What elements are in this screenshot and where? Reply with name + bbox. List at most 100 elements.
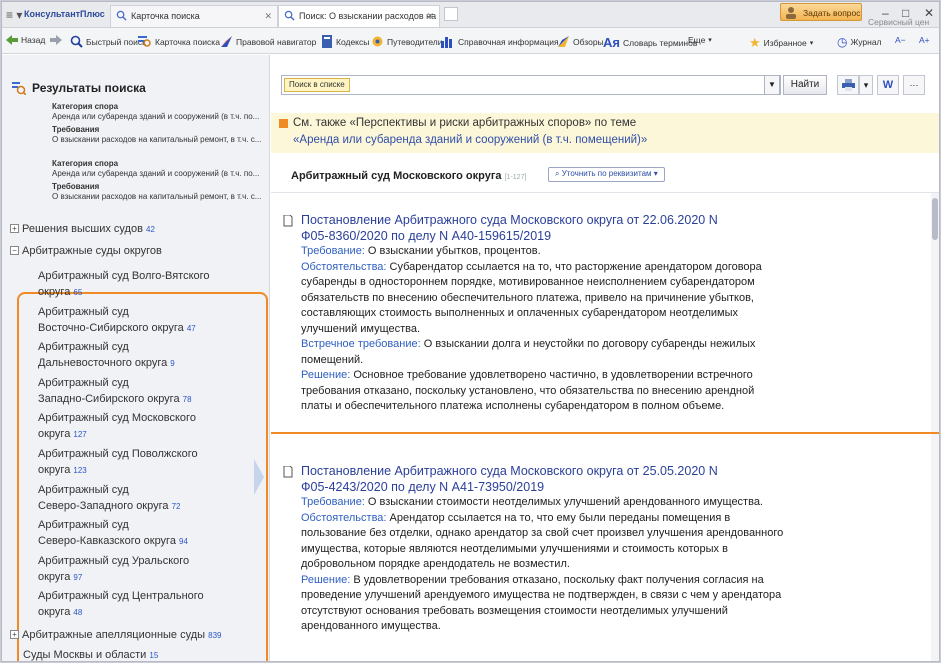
expand-icon[interactable]: +: [10, 224, 19, 233]
summary-line: Требование: О взыскании убытков, процент…: [301, 244, 911, 260]
find-button[interactable]: Найти: [783, 75, 827, 95]
search-card-label: Карточка поиска: [155, 36, 220, 47]
summary-label: Решение:: [301, 573, 351, 586]
document-item[interactable]: Постановление Арбитражного суда Московск…: [283, 212, 911, 415]
court-item-north-caucasus[interactable]: Арбитражный суд Северо-Кавказского округа…: [38, 517, 253, 550]
criteria-value: Аренда или субаренда зданий и сооружений…: [52, 112, 260, 121]
more-menu-button[interactable]: Еще ▾: [688, 35, 712, 45]
summary-line: составляющих стоимость выполненных и опл…: [301, 306, 911, 322]
document-title[interactable]: Постановление Арбитражного суда Московск…: [301, 212, 911, 228]
court-name: Арбитражный суд: [38, 519, 129, 531]
summary-label: Требование:: [301, 496, 365, 508]
court-item-central[interactable]: Арбитражный суд Центрального округа 48: [38, 588, 253, 621]
ask-question-button[interactable]: Задать вопрос: [780, 3, 862, 21]
forward-button[interactable]: [50, 35, 65, 45]
court-name: Арбитражный суд Центрального: [38, 590, 204, 602]
guides-button[interactable]: Путеводители: [371, 35, 443, 48]
summary-line: Решение: В удовлетворении требования отк…: [301, 573, 911, 589]
document-title[interactable]: Ф05-4243/2020 по делу N А41-73950/2019: [301, 479, 911, 495]
summary-line: улучшений имущества.: [301, 322, 911, 338]
summary-text: В удовлетворении требования отказано, по…: [350, 573, 764, 586]
tab-search-card[interactable]: Карточка поиска ✕: [110, 5, 278, 27]
collapse-icon[interactable]: −: [10, 246, 19, 255]
new-tab-button[interactable]: [444, 7, 458, 21]
search-icon: [284, 10, 295, 21]
tab-label: Карточка поиска: [131, 11, 200, 21]
font-decrease-button[interactable]: A−: [895, 35, 906, 45]
court-header-count: [1-127]: [504, 174, 527, 181]
quick-search-button[interactable]: Быстрый поиск: [70, 35, 146, 48]
reviews-label: Обзоры: [573, 36, 604, 47]
more-options-button[interactable]: ···: [903, 75, 925, 95]
back-button[interactable]: Назад: [6, 35, 45, 45]
magnifier-icon: [70, 35, 83, 48]
back-label: Назад: [21, 35, 46, 45]
service-center-link[interactable]: Сервисный цен: [868, 17, 929, 27]
court-item-volgo-vyatsky[interactable]: Арбитражный суд Волго-Вятского округа 65: [38, 268, 253, 301]
scrollbar[interactable]: [931, 193, 939, 661]
reviews-icon: [558, 36, 569, 47]
document-icon: [283, 466, 293, 478]
chevron-down-icon: ▼: [768, 80, 776, 89]
brand-label[interactable]: КонсультантПлюс: [24, 9, 105, 19]
summary-text: добровольном порядке арендодатель не воз…: [301, 558, 570, 570]
court-count: 94: [179, 537, 188, 546]
court-item-volga[interactable]: Арбитражный суд Поволжского округа 123: [38, 446, 253, 479]
favorites-button[interactable]: ★ Избранное ▾: [749, 35, 813, 51]
court-item-north-west[interactable]: Арбитражный суд Северо-Западного округа 7…: [38, 482, 253, 515]
criteria-block: Категория спора Аренда или субаренда зда…: [52, 102, 264, 122]
court-item-moscow[interactable]: Арбитражный суд Московского округа 127: [18, 407, 254, 443]
summary-text: Субарендатор ссылается на то, что растор…: [386, 260, 762, 273]
expand-icon[interactable]: +: [10, 630, 19, 639]
reference-button[interactable]: Справочная информация: [441, 35, 559, 48]
tree-higher-courts[interactable]: + Решения высших судов 42: [10, 223, 155, 235]
banner-link[interactable]: «Аренда или субаренда зданий и сооружени…: [293, 134, 647, 146]
refine-by-details-button[interactable]: ⌕ Уточнить по реквизитам ▾: [548, 167, 665, 182]
tree-appeal-courts[interactable]: + Арбитражные апелляционные суды 839: [10, 629, 221, 641]
summary-line: Обстоятельства: Субарендатор ссылается н…: [301, 260, 911, 276]
court-item-far-east[interactable]: Арбитражный суд Дальневосточного округа 9: [38, 339, 253, 372]
search-card-button[interactable]: Карточка поиска: [138, 35, 220, 48]
court-item-east-siberian[interactable]: Арбитражный суд Восточно-Сибирского округ…: [38, 304, 253, 337]
court-count: 65: [73, 288, 83, 297]
reference-icon: [441, 37, 452, 48]
tree-label: Суды Москвы и области: [23, 649, 147, 661]
summary-text: Основное требование удовлетворено частич…: [350, 369, 753, 381]
search-card-icon: [116, 10, 127, 21]
summary-text: субаренды в одностороннем порядке, мотив…: [301, 276, 755, 288]
selection-arrow: [254, 459, 264, 495]
tab-search-results[interactable]: Поиск: О взыскании расходов на ка ✕: [278, 5, 440, 27]
criteria-value: О взыскании расходов на капитальный ремо…: [52, 192, 262, 201]
glossary-button[interactable]: Aя Словарь терминов: [603, 35, 697, 50]
reviews-button[interactable]: Обзоры: [557, 35, 604, 48]
word-export-button[interactable]: W: [877, 75, 899, 95]
tree-moscow-courts[interactable]: Суды Москвы и области 15: [23, 649, 158, 661]
menu-icon[interactable]: ≡ ▾: [6, 8, 22, 22]
reference-label: Справочная информация: [458, 36, 559, 47]
summary-line: арендованного имущества.: [301, 619, 911, 635]
print-dropdown-button[interactable]: ▾: [859, 75, 873, 95]
scrollbar-thumb[interactable]: [932, 198, 938, 240]
summary-line: Решение: Основное требование удовлетворе…: [301, 368, 911, 384]
chevron-down-icon: ▾: [708, 37, 712, 44]
tree-district-courts[interactable]: − Арбитражные суды округов: [10, 245, 162, 257]
court-item-ural[interactable]: Арбитражный суд Уральского округа 97: [38, 553, 253, 586]
codes-button[interactable]: Кодексы: [321, 35, 369, 48]
court-item-west-siberian[interactable]: Арбитражный суд Западно-Сибирского округа…: [38, 375, 253, 408]
print-button[interactable]: [837, 75, 859, 95]
close-icon[interactable]: ✕: [264, 11, 272, 22]
close-icon[interactable]: ✕: [426, 11, 434, 22]
summary-line: отсутствуют основания требовать возмещен…: [301, 604, 911, 620]
document-title[interactable]: Постановление Арбитражного суда Московск…: [301, 463, 911, 479]
chevron-down-icon: ▾: [863, 79, 869, 90]
court-name: округа: [38, 464, 71, 476]
document-title[interactable]: Ф05-8360/2020 по делу N А40-159615/2019: [301, 228, 911, 244]
document-item[interactable]: Постановление Арбитражного суда Московск…: [283, 463, 911, 635]
search-dropdown-button[interactable]: ▼: [764, 75, 780, 95]
search-in-list-input[interactable]: Поиск в списке: [281, 75, 781, 95]
summary-line: субаренды в одностороннем порядке, мотив…: [301, 275, 911, 291]
journal-button[interactable]: ◷ Журнал: [837, 35, 882, 49]
font-increase-button[interactable]: A+: [919, 35, 930, 45]
legal-navigator-button[interactable]: Правовой навигатор: [220, 35, 316, 48]
court-name: округа: [38, 286, 71, 298]
